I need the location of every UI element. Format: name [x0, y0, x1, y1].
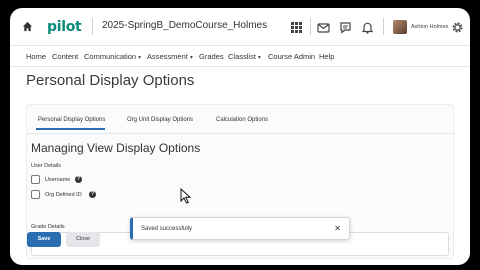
help-icon[interactable]: ? — [75, 176, 82, 183]
chat-icon[interactable] — [339, 21, 352, 34]
grade-details-label: Grade Details — [31, 224, 65, 230]
mail-icon[interactable] — [317, 21, 330, 34]
app-window: pilot 2025-SpringB_DemoCourse_Holmes Ash… — [10, 8, 470, 265]
nav-home[interactable]: Home — [26, 52, 46, 61]
bell-icon[interactable] — [361, 21, 374, 34]
username-option: Username ? — [31, 175, 101, 187]
nav-communication[interactable]: Communication ▾ — [84, 52, 141, 61]
nav-content[interactable]: Content — [52, 52, 78, 61]
nav-classlist[interactable]: Classlist ▾ — [228, 52, 261, 61]
org-defined-id-option: Org Defined ID ? — [31, 190, 121, 202]
tab-list: Personal Display Options Org Unit Displa… — [27, 105, 455, 133]
page-title: Personal Display Options — [26, 72, 195, 89]
chevron-down-icon: ▾ — [189, 55, 193, 61]
header-divider — [92, 18, 93, 35]
success-toast: Saved successfully ✕ — [130, 217, 350, 240]
save-button[interactable]: Save — [27, 232, 61, 247]
chevron-down-icon: ▾ — [257, 55, 261, 61]
toast-message: Saved successfully — [141, 226, 193, 232]
username-label[interactable]: Username — [45, 177, 70, 183]
tabs-divider — [27, 133, 455, 134]
tab-calculation-options[interactable]: Calculation Options — [216, 117, 268, 123]
top-header: pilot 2025-SpringB_DemoCourse_Holmes Ash… — [10, 8, 470, 46]
course-title[interactable]: 2025-SpringB_DemoCourse_Holmes — [102, 20, 267, 31]
avatar[interactable] — [393, 20, 407, 34]
org-defined-id-label[interactable]: Org Defined ID — [45, 192, 82, 198]
pilot-logo[interactable]: pilot — [47, 19, 82, 35]
course-navbar: Home Content Communication ▾ Assessment ▾ … — [10, 47, 470, 67]
nav-assessment[interactable]: Assessment ▾ — [147, 52, 193, 61]
org-defined-id-checkbox[interactable] — [31, 190, 40, 199]
close-icon[interactable]: ✕ — [334, 224, 341, 234]
nav-course-admin[interactable]: Course Admin — [268, 52, 315, 61]
user-name[interactable]: Ashton Holmes — [411, 24, 448, 30]
gear-icon[interactable] — [451, 21, 464, 34]
chevron-down-icon: ▾ — [138, 55, 142, 61]
header-divider — [310, 18, 311, 35]
section-heading: Managing View Display Options — [31, 141, 201, 155]
user-details-label: User Details — [31, 163, 61, 169]
tab-personal-display-options[interactable]: Personal Display Options — [38, 117, 105, 123]
tab-org-unit-display-options[interactable]: Org Unit Display Options — [127, 117, 193, 123]
nav-help[interactable]: Help — [319, 52, 334, 61]
home-icon[interactable] — [22, 21, 33, 32]
help-icon[interactable]: ? — [89, 191, 96, 198]
header-divider — [383, 18, 384, 35]
close-button[interactable]: Close — [66, 232, 100, 247]
grid-icon[interactable] — [290, 21, 303, 34]
mouse-cursor-icon — [180, 188, 192, 204]
active-tab-indicator — [36, 128, 105, 130]
username-checkbox[interactable] — [31, 175, 40, 184]
nav-grades[interactable]: Grades — [199, 52, 224, 61]
